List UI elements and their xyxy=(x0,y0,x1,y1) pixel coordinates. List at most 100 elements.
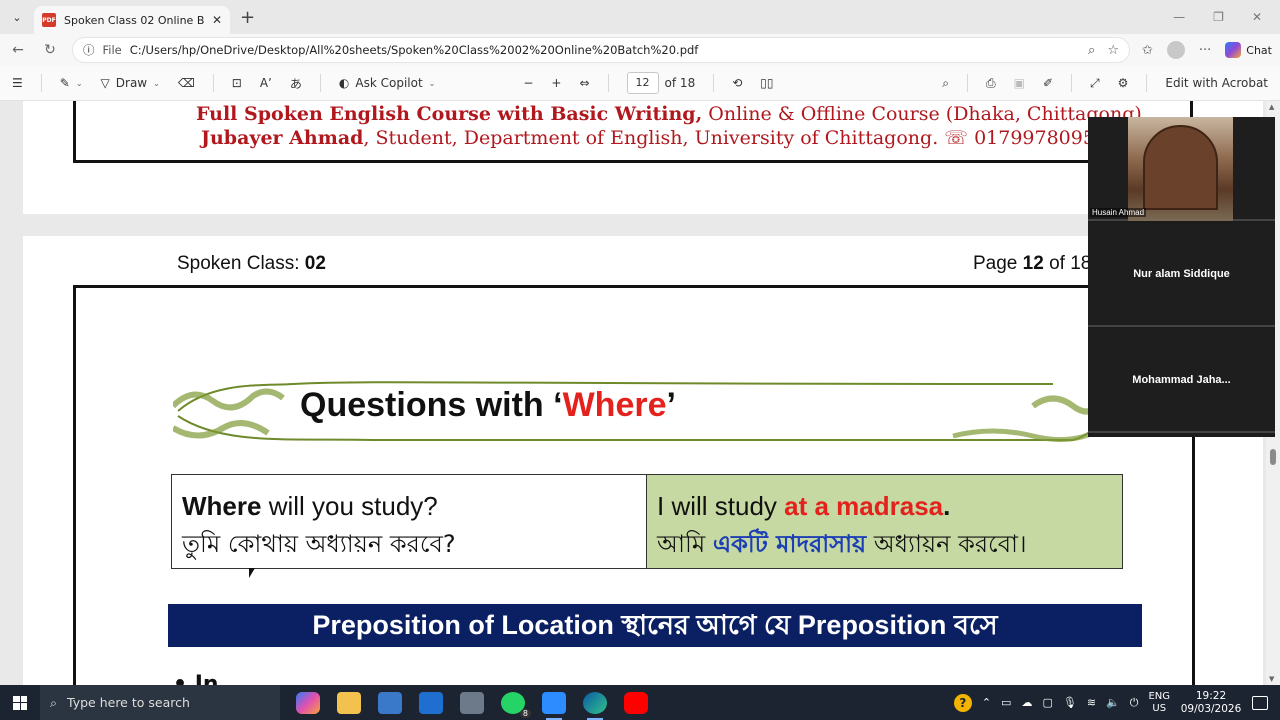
question-english: Where will you study? xyxy=(182,487,636,525)
taskbar-search[interactable]: ⌕ Type here to search xyxy=(40,685,280,720)
save-as-icon[interactable]: ✐ xyxy=(1043,76,1053,90)
page-number-input[interactable]: 12 xyxy=(626,72,659,94)
close-tab-icon[interactable]: ✕ xyxy=(212,13,222,27)
zoom-video-panel[interactable]: Husain Ahmad Nur alam Siddique Mohammad … xyxy=(1088,117,1275,437)
profile-avatar[interactable] xyxy=(1166,41,1185,59)
copilot-outline-icon: ◐ xyxy=(338,76,350,90)
participant-name: Mohammad Jaha... xyxy=(1132,374,1231,386)
cloud-icon[interactable]: ☁ xyxy=(1021,696,1032,709)
search-placeholder: Type here to search xyxy=(67,695,190,710)
battery-icon[interactable]: ▭ xyxy=(1001,696,1011,709)
author-detail: , Student, Department of English, Univer… xyxy=(363,127,1108,149)
toolbar-divider xyxy=(713,74,715,92)
url-text[interactable]: C:/Users/hp/OneDrive/Desktop/All%20sheet… xyxy=(130,43,1080,57)
scrollbar-thumb[interactable] xyxy=(1270,449,1276,465)
contents-icon[interactable]: ☰ xyxy=(12,76,23,90)
copilot-chat-button[interactable]: Chat xyxy=(1225,42,1272,58)
draw-button[interactable]: ▽ Draw ⌄ xyxy=(101,76,160,90)
wifi-icon[interactable]: ≋ xyxy=(1087,696,1096,709)
participant-tile[interactable]: Husain Ahmad xyxy=(1088,117,1275,221)
browser-tab[interactable]: PDF Spoken Class 02 Online Batch .pdf ✕ xyxy=(34,6,230,34)
back-icon[interactable]: ← xyxy=(8,42,28,58)
clock-time: 19:22 xyxy=(1195,689,1227,702)
whatsapp-icon[interactable]: 8 xyxy=(501,691,531,718)
participant-tile[interactable]: Mohammad Jaha... xyxy=(1088,329,1275,433)
page-label: Page xyxy=(973,253,1023,274)
chevron-down-icon: ⌄ xyxy=(428,78,436,88)
toolbar-divider xyxy=(319,74,321,92)
microphone-icon[interactable]: 🎙 xyxy=(1063,696,1077,709)
scroll-down-icon[interactable]: ▼ xyxy=(1269,675,1274,683)
fit-page-icon[interactable]: ⇔ xyxy=(579,76,589,90)
toolbar-divider xyxy=(1146,74,1148,92)
maximize-icon[interactable]: ❐ xyxy=(1213,10,1224,24)
search-icon[interactable]: ⌕ xyxy=(942,76,949,91)
participant-tile[interactable]: Nur alam Siddique xyxy=(1088,223,1275,327)
class-number: 02 xyxy=(304,253,326,274)
pen-icon: ▽ xyxy=(100,76,110,90)
ask-copilot-button[interactable]: ◐ Ask Copilot ⌄ xyxy=(339,76,435,90)
answer-prefix: I will study xyxy=(657,491,785,521)
power-icon[interactable]: ⏻ xyxy=(1130,696,1139,710)
zoom-in-icon[interactable]: + xyxy=(551,76,561,90)
partial-bullet-line: • In xyxy=(173,672,219,685)
zoom-app-icon[interactable] xyxy=(542,691,566,720)
search-icon: ⌕ xyxy=(50,694,58,710)
tab-bar: ⌄ PDF Spoken Class 02 Online Batch .pdf … xyxy=(0,0,1280,34)
refresh-icon[interactable]: ↻ xyxy=(40,42,60,58)
clock[interactable]: 19:22 09/03/2026 xyxy=(1180,690,1242,716)
more-menu-icon[interactable]: ··· xyxy=(1199,43,1211,58)
copilot-app-icon[interactable] xyxy=(296,691,320,714)
toolbar-divider xyxy=(607,74,609,92)
chevron-up-icon[interactable]: ⌃ xyxy=(982,696,991,709)
tab-title: Spoken Class 02 Online Batch .pdf xyxy=(64,13,204,27)
language-indicator[interactable]: ENG US xyxy=(1148,691,1170,715)
save-icon[interactable]: ▣ xyxy=(1014,76,1025,90)
answer-bn-prefix: আমি xyxy=(657,530,713,558)
favorite-star-icon[interactable]: ☆ xyxy=(1107,43,1119,58)
outlook-icon[interactable] xyxy=(419,691,443,714)
settings-gear-icon[interactable]: ⚙ xyxy=(1118,76,1129,90)
preposition-heading-bar: Preposition of Location স্থানের আগে যে P… xyxy=(168,604,1142,647)
ask-copilot-label: Ask Copilot xyxy=(355,76,423,90)
rotate-icon[interactable]: ⟲ xyxy=(732,76,742,90)
close-window-icon[interactable]: ✕ xyxy=(1252,10,1262,24)
fullscreen-icon[interactable]: ⤢ xyxy=(1090,76,1100,91)
edge-browser-icon[interactable] xyxy=(583,691,607,720)
url-field[interactable]: ⓘ File C:/Users/hp/OneDrive/Desktop/All%… xyxy=(72,37,1130,63)
minimize-icon[interactable]: — xyxy=(1173,10,1185,24)
volume-icon[interactable]: 🔈 xyxy=(1106,696,1120,709)
answer-english: I will study at a madrasa. xyxy=(657,487,1112,525)
info-icon: ⓘ xyxy=(83,43,95,57)
question-bangla: তুমি কোথায় অধ্যায়ন করবে? xyxy=(182,530,456,558)
lang-code: ENG xyxy=(1148,690,1170,702)
read-aloud-icon[interactable]: Aʼ xyxy=(260,76,272,90)
tab-actions-button[interactable]: ⌄ xyxy=(0,0,34,34)
participant-name: Nur alam Siddique xyxy=(1133,268,1230,280)
highlight-button[interactable]: ✎ ⌄ xyxy=(60,76,83,90)
edit-with-acrobat-button[interactable]: Edit with Acrobat xyxy=(1165,76,1268,90)
help-icon[interactable]: ? xyxy=(953,693,972,712)
zoom-out-icon[interactable]: − xyxy=(523,76,533,90)
favorites-icon[interactable]: ✩ xyxy=(1142,43,1153,58)
new-tab-icon[interactable]: + xyxy=(240,7,255,28)
course-detail: Online & Offline Course (Dhaka, Chittago… xyxy=(702,103,1142,125)
translate-icon[interactable]: あ xyxy=(290,75,302,92)
arch-image xyxy=(1143,125,1218,210)
chevron-down-icon: ⌄ xyxy=(75,78,83,88)
class-label: Spoken Class: xyxy=(177,253,305,274)
store-app-icon[interactable] xyxy=(378,691,402,714)
file-explorer-icon[interactable] xyxy=(337,691,361,714)
notification-icon[interactable] xyxy=(1252,695,1268,710)
page-view-icon[interactable]: ▯▯ xyxy=(760,76,773,90)
start-button[interactable] xyxy=(0,695,40,710)
zoom-icon[interactable]: ⌕ xyxy=(1088,43,1095,58)
youtube-icon[interactable] xyxy=(624,691,648,714)
camera-icon[interactable] xyxy=(460,691,484,714)
display-icon[interactable]: ▢ xyxy=(1042,696,1052,709)
eraser-icon[interactable]: ⌫ xyxy=(178,76,195,90)
text-box-icon[interactable]: ⊡ xyxy=(232,76,242,90)
url-scheme-label: File xyxy=(102,43,122,57)
scroll-up-icon[interactable]: ▲ xyxy=(1269,103,1274,111)
print-icon[interactable]: ⎙ xyxy=(986,76,996,91)
